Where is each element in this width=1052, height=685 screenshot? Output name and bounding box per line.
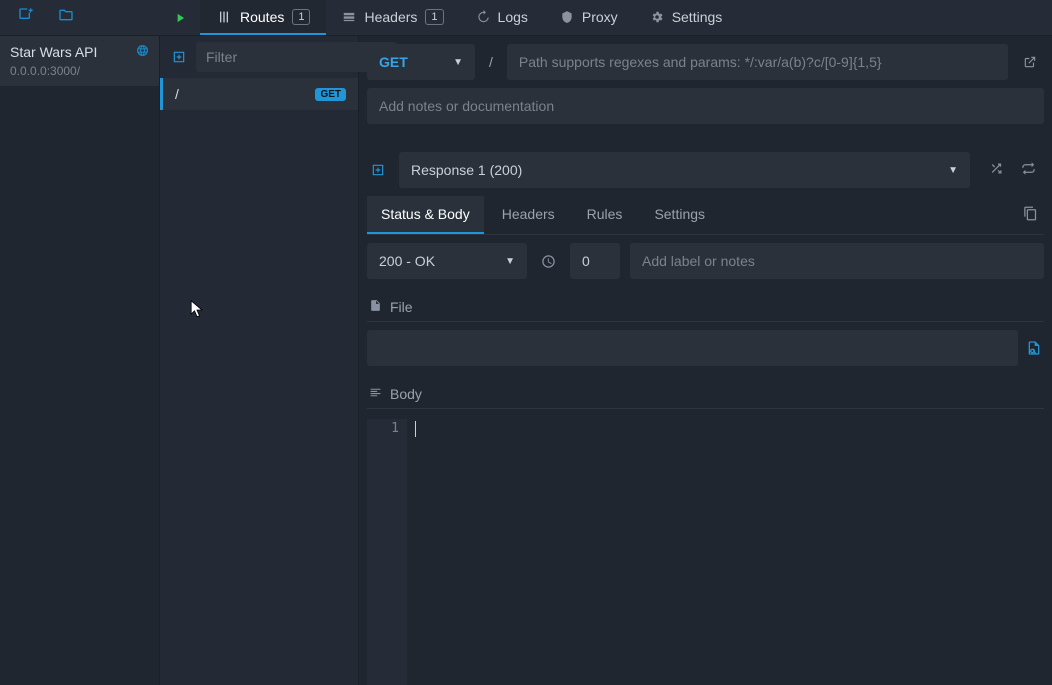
start-server-button[interactable] [160, 0, 200, 35]
subtab-rules[interactable]: Rules [573, 196, 637, 234]
path-slash: / [483, 44, 499, 80]
notes-input[interactable] [367, 88, 1044, 124]
clock-icon [537, 254, 560, 269]
tab-logs-label: Logs [498, 9, 528, 25]
status-code-select[interactable]: 200 - OK ▼ [367, 243, 527, 279]
tab-proxy[interactable]: Proxy [544, 0, 634, 35]
add-route-button[interactable] [172, 50, 186, 64]
add-response-button[interactable] [367, 163, 389, 177]
route-list-item[interactable]: / GET [160, 78, 358, 110]
tab-proxy-label: Proxy [582, 9, 618, 25]
route-method-badge: GET [315, 88, 346, 101]
chevron-down-icon: ▼ [505, 256, 515, 267]
top-bar: Routes 1 Headers 1 Logs Proxy Settings [0, 0, 1052, 36]
env-item[interactable]: Star Wars API 0.0.0.0:3000/ [0, 36, 159, 86]
file-section-label: File [367, 293, 1044, 322]
status-code-value: 200 - OK [379, 253, 435, 269]
tab-settings[interactable]: Settings [634, 0, 739, 35]
method-select[interactable]: GET ▼ [367, 44, 475, 80]
body-section-label: Body [367, 380, 1044, 409]
method-select-value: GET [379, 54, 408, 70]
tab-routes[interactable]: Routes 1 [200, 0, 326, 35]
route-editor: GET ▼ / Response 1 (200) ▼ [359, 36, 1052, 685]
response-label-input[interactable] [630, 243, 1044, 279]
chevron-down-icon: ▼ [948, 165, 958, 176]
env-sidebar: Star Wars API 0.0.0.0:3000/ [0, 36, 160, 685]
file-path-input[interactable] [367, 330, 1018, 366]
copy-icon[interactable] [1023, 206, 1038, 224]
headers-icon [342, 10, 356, 24]
path-input[interactable] [507, 44, 1008, 80]
route-path-label: / [175, 86, 179, 102]
subtab-status-body[interactable]: Status & Body [367, 196, 484, 234]
tab-logs[interactable]: Logs [460, 0, 544, 35]
routes-count-badge: 1 [292, 9, 310, 25]
open-external-icon[interactable] [1016, 44, 1044, 80]
editor-content[interactable] [407, 419, 1044, 685]
proxy-icon [560, 10, 574, 24]
shuffle-icon[interactable] [988, 161, 1003, 179]
globe-icon [136, 44, 149, 60]
body-editor[interactable]: 1 [367, 419, 1044, 685]
chevron-down-icon: ▼ [453, 57, 463, 68]
new-env-icon[interactable] [18, 7, 34, 28]
env-host: 0.0.0.0:3000/ [10, 64, 149, 78]
settings-icon [650, 10, 664, 24]
repeat-icon[interactable] [1021, 161, 1036, 179]
editor-gutter: 1 [367, 419, 407, 685]
tab-settings-label: Settings [672, 9, 723, 25]
tab-routes-label: Routes [240, 9, 284, 25]
file-icon [369, 299, 382, 315]
tab-headers-label: Headers [364, 9, 417, 25]
delay-input[interactable] [570, 243, 620, 279]
subtab-headers[interactable]: Headers [488, 196, 569, 234]
routes-icon [216, 9, 232, 25]
env-name: Star Wars API [10, 44, 97, 60]
subtab-settings[interactable]: Settings [640, 196, 719, 234]
headers-count-badge: 1 [425, 9, 443, 25]
response-select[interactable]: Response 1 (200) ▼ [399, 152, 970, 188]
browse-file-icon[interactable] [1024, 330, 1044, 366]
body-icon [369, 386, 382, 402]
routes-list: / GET [160, 36, 359, 685]
open-folder-icon[interactable] [58, 7, 74, 28]
tab-headers[interactable]: Headers 1 [326, 0, 459, 35]
logs-icon [476, 10, 490, 24]
response-select-value: Response 1 (200) [411, 162, 522, 178]
